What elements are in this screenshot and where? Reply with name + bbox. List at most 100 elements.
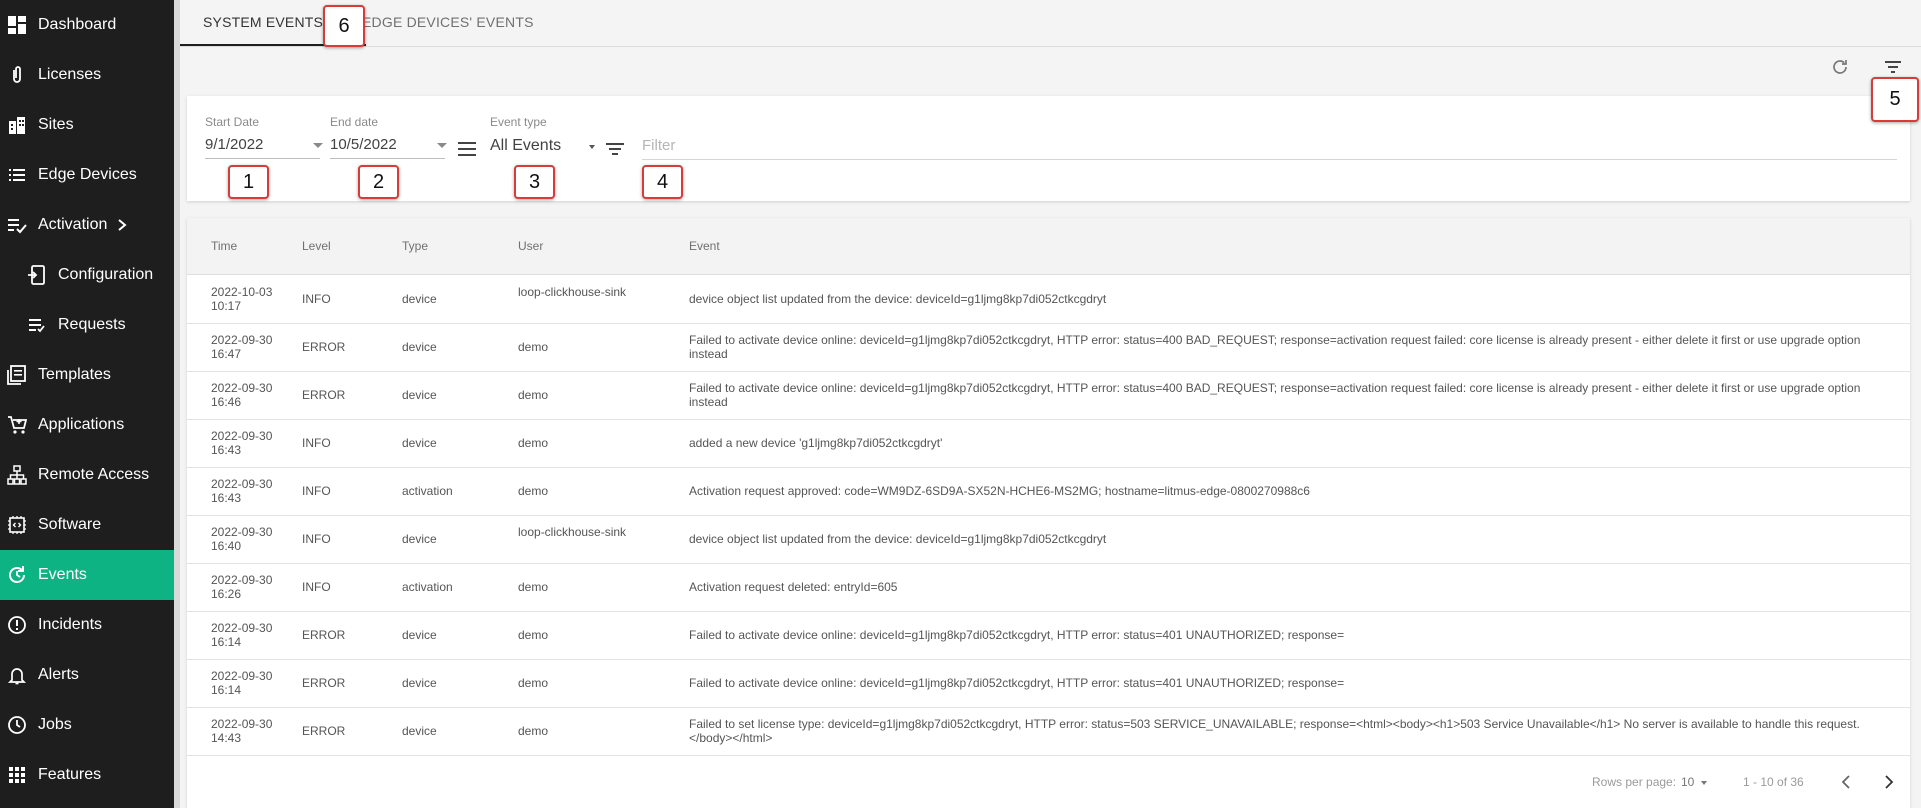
event-cell: Activation request approved: code=WM9DZ-… xyxy=(689,484,1310,498)
sidebar-item-label: Remote Access xyxy=(38,466,150,483)
building-icon xyxy=(6,114,28,136)
rows-per-page-label: Rows per page: xyxy=(1592,775,1677,789)
level-cell: ERROR xyxy=(302,676,346,690)
column-header-level[interactable]: Level xyxy=(302,239,331,253)
sidebar-item-dashboard[interactable]: Dashboard xyxy=(0,0,174,50)
list-icon xyxy=(6,164,28,186)
sidebar-item-templates[interactable]: Templates xyxy=(0,350,174,400)
end-date-dropdown-icon[interactable] xyxy=(437,143,447,148)
previous-page-icon[interactable] xyxy=(1838,773,1856,791)
sidebar-item-alerts[interactable]: Alerts xyxy=(0,650,174,700)
sidebar-item-software[interactable]: Software xyxy=(0,500,174,550)
column-header-event[interactable]: Event xyxy=(689,239,720,253)
sidebar-item-sites[interactable]: Sites xyxy=(0,100,174,150)
menu-lines-icon[interactable] xyxy=(457,139,477,159)
type-cell: device xyxy=(402,340,437,354)
event-cell: Failed to activate device online: device… xyxy=(689,676,1345,690)
column-header-type[interactable]: Type xyxy=(402,239,428,253)
marker-6: 6 xyxy=(323,5,365,47)
table-row[interactable]: 2022-09-30 16:14 ERROR device demo Faile… xyxy=(187,659,1910,708)
sidebar-item-label: Configuration xyxy=(58,266,154,283)
start-date-input[interactable]: 9/1/2022 xyxy=(205,136,263,153)
sidebar-item-incidents[interactable]: Incidents xyxy=(0,600,174,650)
sidebar-item-label: Features xyxy=(38,766,102,783)
tab-bar: SYSTEM EVENTS EDGE DEVICES' EVENTS xyxy=(180,0,1921,47)
sidebar-item-edge-devices[interactable]: Edge Devices xyxy=(0,150,174,200)
column-header-user[interactable]: User xyxy=(518,239,543,253)
events-table: Time Level Type User Event 2022-10-03 10… xyxy=(187,218,1910,808)
tab-edge-devices-events[interactable]: EDGE DEVICES' EVENTS xyxy=(362,0,534,44)
level-cell: INFO xyxy=(302,580,331,594)
sidebar-scrollbar[interactable] xyxy=(174,0,180,808)
sidebar-item-features[interactable]: Features xyxy=(0,750,174,800)
time-cell: 2022-09-30 16:46 xyxy=(211,381,273,409)
sidebar-item-requests[interactable]: Requests xyxy=(0,300,174,350)
sidebar-item-remote-access[interactable]: Remote Access xyxy=(0,450,174,500)
end-date-input[interactable]: 10/5/2022 xyxy=(330,136,397,153)
type-cell: activation xyxy=(402,484,453,498)
event-type-dropdown-icon[interactable] xyxy=(589,145,595,149)
table-row[interactable]: 2022-10-03 10:17 INFO device loop-clickh… xyxy=(187,275,1910,324)
table-row[interactable]: 2022-09-30 14:43 ERROR device demo Faile… xyxy=(187,707,1910,756)
bell-icon xyxy=(6,664,28,686)
user-cell: demo xyxy=(518,676,549,690)
sidebar-item-label: Software xyxy=(38,516,102,533)
user-cell: demo xyxy=(518,436,549,450)
table-row[interactable]: 2022-09-30 16:14 ERROR device demo Faile… xyxy=(187,611,1910,660)
time-cell: 2022-09-30 16:47 xyxy=(211,333,273,361)
table-row[interactable]: 2022-09-30 16:46 ERROR device demo Faile… xyxy=(187,371,1910,420)
event-cell: device object list updated from the devi… xyxy=(689,292,1107,306)
refresh-button[interactable] xyxy=(1829,56,1851,78)
event-cell: Failed to set license type: deviceId=g1l… xyxy=(689,717,1860,745)
sidebar-item-licenses[interactable]: Licenses xyxy=(0,50,174,100)
type-cell: activation xyxy=(402,580,453,594)
event-type-select[interactable]: All Events xyxy=(490,137,561,155)
table-row[interactable]: 2022-09-30 16:43 INFO activation demo Ac… xyxy=(187,467,1910,516)
sidebar-item-label: Licenses xyxy=(38,66,102,83)
rows-per-page-dropdown-icon[interactable] xyxy=(1701,781,1707,785)
sidebar-item-label: Jobs xyxy=(38,716,72,733)
column-header-time[interactable]: Time xyxy=(211,239,237,253)
level-cell: INFO xyxy=(302,436,331,450)
level-cell: ERROR xyxy=(302,340,346,354)
template-icon xyxy=(6,364,28,386)
marker-5: 5 xyxy=(1871,77,1919,122)
user-cell: demo xyxy=(518,580,549,594)
table-row[interactable]: 2022-09-30 16:26 INFO activation demo Ac… xyxy=(187,563,1910,612)
filter-text-input[interactable]: Filter xyxy=(642,137,675,154)
start-date-label: Start Date xyxy=(205,115,260,129)
filter-list-icon[interactable] xyxy=(605,139,625,159)
time-cell: 2022-09-30 16:14 xyxy=(211,669,273,697)
dashboard-icon xyxy=(6,14,28,36)
network-icon xyxy=(6,464,28,486)
sidebar-item-label: Incidents xyxy=(38,616,103,633)
end-date-label: End date xyxy=(330,115,379,129)
filter-toggle-button[interactable] xyxy=(1882,56,1904,78)
user-cell: loop-clickhouse-sink xyxy=(518,285,627,299)
sidebar-item-label: Requests xyxy=(58,316,126,333)
sidebar-item-configuration[interactable]: Configuration xyxy=(0,250,174,300)
table-row[interactable]: 2022-09-30 16:40 INFO device loop-clickh… xyxy=(187,515,1910,564)
start-date-dropdown-icon[interactable] xyxy=(313,143,323,148)
sidebar-item-label: Events xyxy=(38,566,87,583)
sidebar-item-activation[interactable]: Activation xyxy=(0,200,174,250)
level-cell: ERROR xyxy=(302,628,346,642)
time-cell: 2022-10-03 10:17 xyxy=(211,285,273,313)
time-cell: 2022-09-30 16:14 xyxy=(211,621,273,649)
tab-system-events[interactable]: SYSTEM EVENTS xyxy=(203,0,323,44)
marker-4: 4 xyxy=(642,165,683,199)
user-cell: demo xyxy=(518,340,549,354)
sidebar-item-jobs[interactable]: Jobs xyxy=(0,700,174,750)
sidebar-item-applications[interactable]: Applications xyxy=(0,400,174,450)
event-type-label: Event type xyxy=(490,115,547,129)
event-cell: Failed to activate device online: device… xyxy=(689,381,1861,409)
table-row[interactable]: 2022-09-30 16:43 INFO device demo added … xyxy=(187,419,1910,468)
checklist-icon xyxy=(6,214,28,236)
next-page-icon[interactable] xyxy=(1879,773,1897,791)
table-row[interactable]: 2022-09-30 16:47 ERROR device demo Faile… xyxy=(187,323,1910,372)
rows-per-page-select[interactable]: 10 xyxy=(1681,775,1694,789)
sidebar-item-events[interactable]: Events xyxy=(0,550,174,600)
sidebar-item-label: Templates xyxy=(38,366,111,383)
filter-input-underline xyxy=(642,159,1897,160)
chevron-right-icon[interactable] xyxy=(115,218,129,232)
